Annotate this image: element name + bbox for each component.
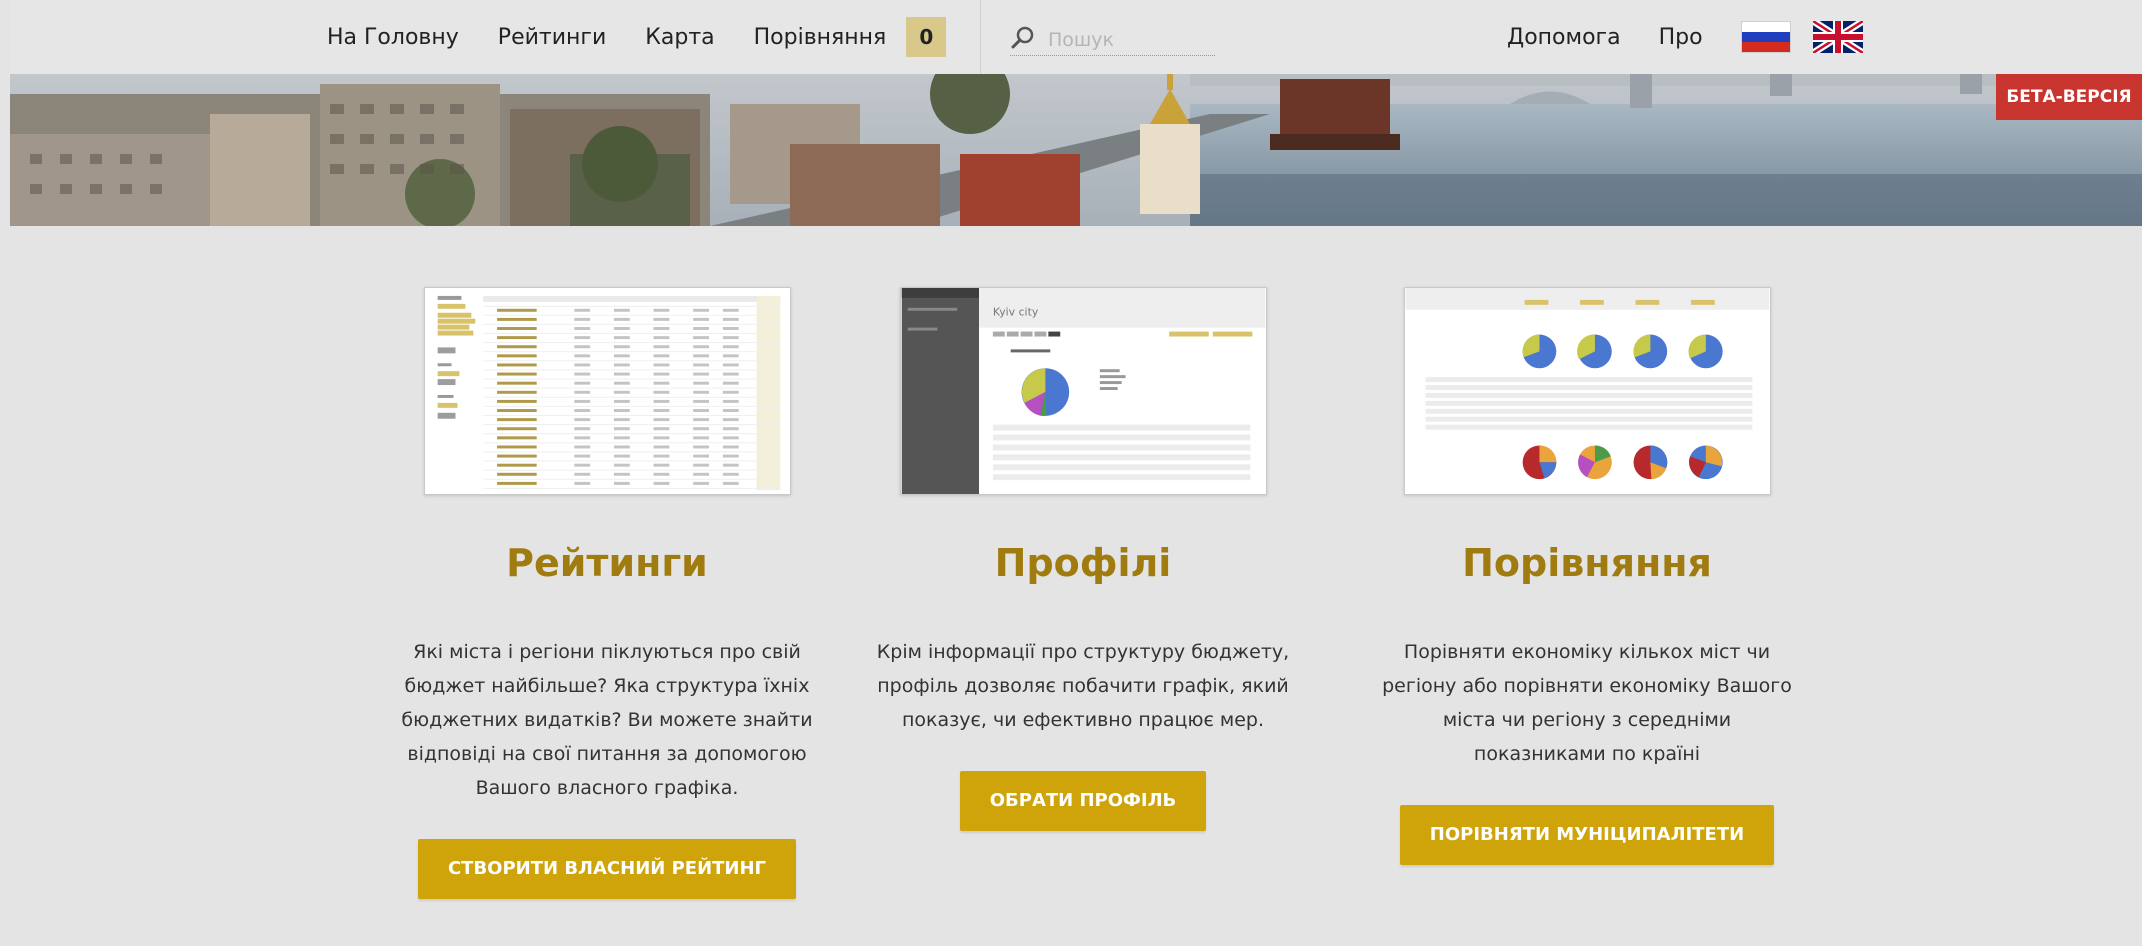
profiles-preview-image[interactable]: Kyiv city (899, 287, 1267, 495)
thumb-city-name: Kyiv city (992, 306, 1038, 319)
comparison-page-screenshot (1405, 288, 1769, 494)
search-input[interactable] (1048, 28, 1208, 51)
nav-home-link[interactable]: На Головну (327, 25, 459, 50)
nav-compare-link[interactable]: Порівняння (754, 25, 887, 50)
comparison-feature: Порівняння Порівняти економіку кількох м… (1337, 287, 1837, 865)
top-navigation-bar: На Головну Рейтинги Карта Порівняння 0 Д… (10, 0, 2142, 74)
ratings-preview-image[interactable] (423, 287, 791, 495)
profile-page-screenshot: Kyiv city (901, 288, 1265, 494)
ratings-description: Які міста і регіони піклуються про свій … (401, 641, 813, 799)
main-nav: На Головну Рейтинги Карта Порівняння 0 (327, 0, 947, 74)
comparison-description: Порівняти економіку кількох міст чи регі… (1382, 641, 1792, 765)
ratings-feature: Рейтинги Які міста і регіони піклуються … (357, 287, 857, 899)
kyiv-cityscape-image (10, 74, 2142, 226)
secondary-nav: Допомога Про (1507, 0, 1885, 74)
compare-count-badge[interactable]: 0 (906, 17, 947, 57)
ratings-table-screenshot (425, 288, 789, 494)
profiles-title: Профілі (994, 541, 1172, 585)
uk-flag-icon[interactable] (1812, 21, 1863, 53)
choose-profile-button[interactable]: ОБРАТИ ПРОФІЛЬ (959, 771, 1207, 831)
search-icon[interactable] (1010, 25, 1036, 55)
comparison-title: Порівняння (1462, 541, 1712, 585)
create-rating-button[interactable]: СТВОРИТИ ВЛАСНИЙ РЕЙТИНГ (417, 839, 797, 899)
nav-help-link[interactable]: Допомога (1507, 25, 1621, 50)
comparison-preview-image[interactable] (1403, 287, 1771, 495)
ratings-title: Рейтинги (506, 541, 708, 585)
nav-map-link[interactable]: Карта (645, 25, 714, 50)
profiles-feature: Kyiv city Профілі Крім інформації про ст… (833, 287, 1333, 831)
city-banner-image: БЕТА-ВЕРСІЯ (10, 74, 2142, 226)
nav-ratings-link[interactable]: Рейтинги (498, 25, 606, 50)
nav-divider (980, 0, 981, 74)
search-box (1010, 24, 1215, 56)
russian-flag-icon[interactable] (1740, 21, 1791, 53)
profiles-description: Крім інформації про структуру бюджету, п… (876, 641, 1290, 731)
nav-about-link[interactable]: Про (1659, 25, 1703, 50)
compare-municipalities-button[interactable]: ПОРІВНЯТИ МУНІЦИПАЛІТЕТИ (1399, 805, 1775, 865)
beta-version-badge: БЕТА-ВЕРСІЯ (1996, 74, 2142, 120)
